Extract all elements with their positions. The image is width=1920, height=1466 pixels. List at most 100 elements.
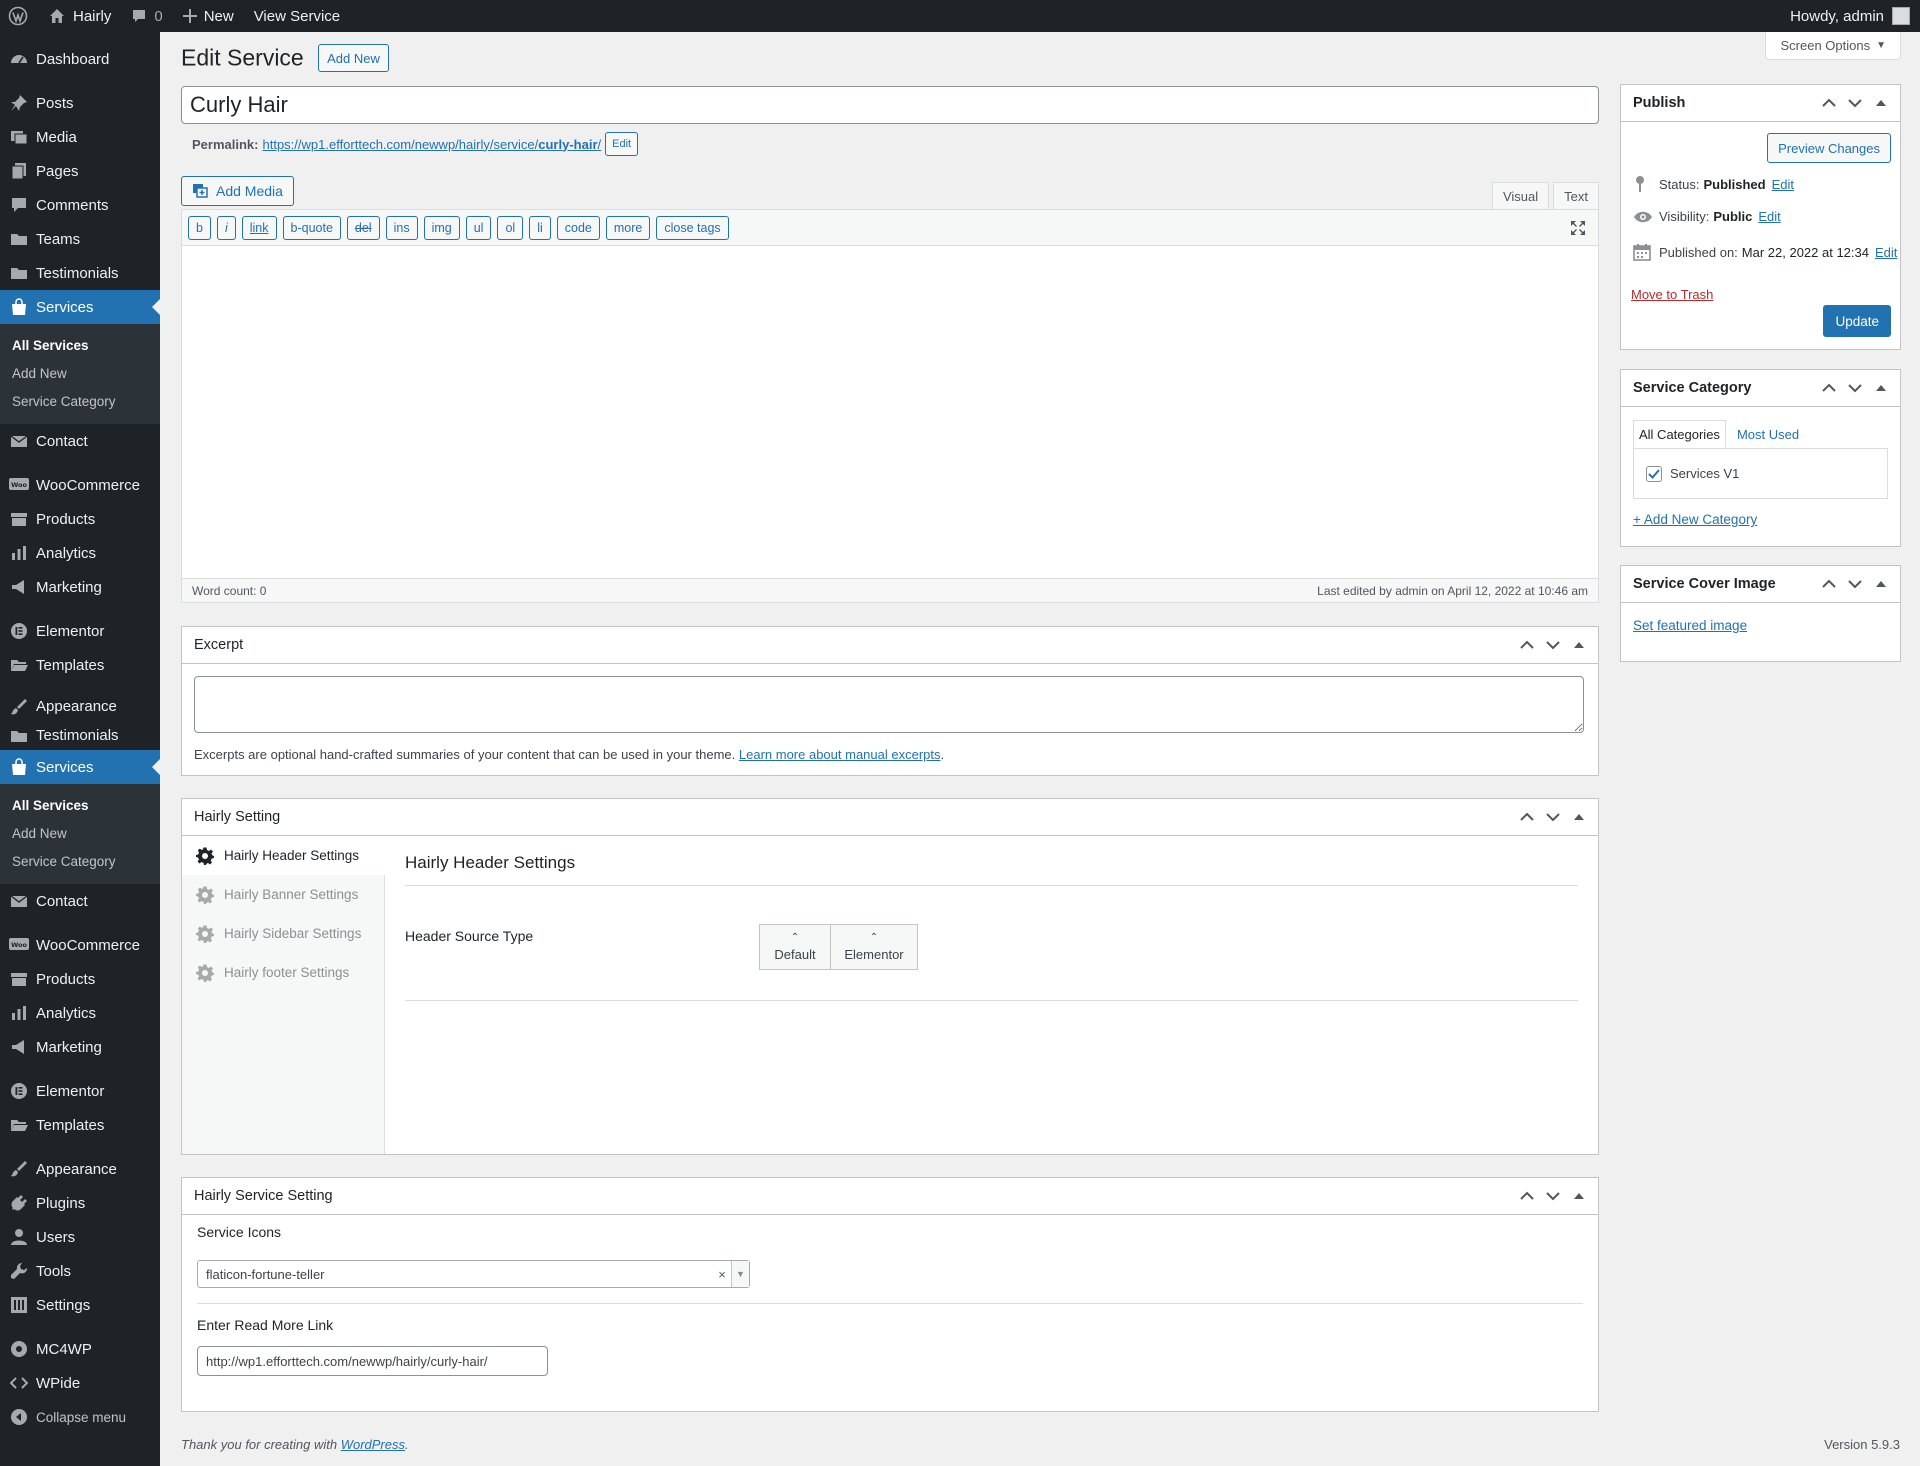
move-down-icon[interactable] (1842, 90, 1868, 116)
qt-bold-button[interactable]: b (188, 215, 211, 240)
add-new-category-link[interactable]: + Add New Category (1633, 512, 1757, 527)
menu-pages[interactable]: Pages (0, 154, 160, 188)
move-up-icon[interactable] (1514, 632, 1540, 658)
tab-footer-settings[interactable]: Hairly footer Settings (182, 953, 384, 992)
permalink-edit-button[interactable]: Edit (605, 132, 639, 156)
move-down-icon[interactable] (1540, 804, 1566, 830)
qt-del-button[interactable]: del (346, 215, 380, 240)
edit-date-link[interactable]: Edit (1875, 245, 1897, 260)
wordpress-link[interactable]: WordPress (341, 1437, 405, 1452)
menu-users[interactable]: Users (0, 1220, 160, 1254)
qt-li-button[interactable]: li (529, 215, 551, 240)
qt-img-button[interactable]: img (423, 215, 460, 240)
move-down-icon[interactable] (1842, 571, 1868, 597)
menu-marketing[interactable]: Marketing (0, 570, 160, 604)
tab-most-used[interactable]: Most Used (1732, 420, 1804, 448)
my-account-link[interactable]: Howdy, admin (1780, 0, 1920, 32)
menu-templates[interactable]: Templates (0, 648, 160, 682)
submenu-service-category[interactable]: Service Category (0, 388, 160, 416)
menu-analytics[interactable]: Analytics (0, 536, 160, 570)
qt-link-button[interactable]: link (241, 215, 277, 240)
dropdown-arrow-icon[interactable]: ▼ (731, 1261, 749, 1287)
menu-elementor[interactable]: Elementor (0, 614, 160, 648)
menu-wpide[interactable]: WPide (0, 1366, 160, 1400)
menu-contact[interactable]: Contact (0, 424, 160, 458)
menu-testimonials-2[interactable]: Testimonials (0, 721, 160, 750)
menu-mc4wp[interactable]: MC4WP (0, 1332, 160, 1366)
excerpt-textarea[interactable] (194, 676, 1584, 733)
toggle-panel-icon[interactable] (1868, 90, 1894, 116)
view-service-link[interactable]: View Service (244, 0, 350, 32)
menu-settings[interactable]: Settings (0, 1288, 160, 1322)
move-up-icon[interactable] (1816, 90, 1842, 116)
read-more-link-input[interactable] (197, 1346, 548, 1376)
move-up-icon[interactable] (1514, 804, 1540, 830)
submenu-all-services[interactable]: All Services (0, 792, 160, 820)
site-name-link[interactable]: Hairly (38, 0, 121, 32)
tab-visual[interactable]: Visual (1491, 182, 1550, 210)
menu-appearance[interactable]: Appearance (0, 692, 160, 721)
service-icons-select[interactable]: flaticon-fortune-teller × ▼ (197, 1260, 750, 1288)
add-new-button[interactable]: Add New (318, 44, 389, 72)
qt-more-button[interactable]: more (605, 215, 651, 240)
menu-testimonials[interactable]: Testimonials (0, 256, 160, 290)
move-to-trash-link[interactable]: Move to Trash (1631, 287, 1713, 302)
screen-options-button[interactable]: Screen Options ▼ (1765, 32, 1901, 60)
qt-ul-button[interactable]: ul (465, 215, 492, 240)
menu-marketing-2[interactable]: Marketing (0, 1030, 160, 1064)
wordpress-logo-button[interactable] (0, 0, 38, 32)
menu-woocommerce-2[interactable]: Woo WooCommerce (0, 928, 160, 962)
qt-blockquote-button[interactable]: b-quote (282, 215, 341, 240)
submenu-all-services[interactable]: All Services (0, 332, 160, 360)
menu-woocommerce[interactable]: Woo WooCommerce (0, 468, 160, 502)
move-down-icon[interactable] (1540, 632, 1566, 658)
option-default[interactable]: ⌃ Default (759, 924, 831, 970)
menu-posts[interactable]: Posts (0, 86, 160, 120)
clear-icon[interactable]: × (713, 1267, 731, 1282)
learn-more-excerpts-link[interactable]: Learn more about manual excerpts (739, 747, 941, 762)
add-media-button[interactable]: Add Media (181, 176, 294, 206)
menu-plugins[interactable]: Plugins (0, 1186, 160, 1220)
edit-status-link[interactable]: Edit (1772, 177, 1794, 192)
submenu-add-new[interactable]: Add New (0, 820, 160, 848)
submenu-add-new[interactable]: Add New (0, 360, 160, 388)
menu-appearance-2[interactable]: Appearance (0, 1152, 160, 1186)
toggle-panel-icon[interactable] (1566, 804, 1592, 830)
menu-teams[interactable]: Teams (0, 222, 160, 256)
tab-banner-settings[interactable]: Hairly Banner Settings (182, 875, 384, 914)
menu-services-2[interactable]: Services (0, 750, 160, 784)
update-button[interactable]: Update (1823, 305, 1891, 337)
menu-analytics-2[interactable]: Analytics (0, 996, 160, 1030)
edit-visibility-link[interactable]: Edit (1758, 209, 1780, 224)
menu-products[interactable]: Products (0, 502, 160, 536)
move-down-icon[interactable] (1540, 1183, 1566, 1209)
toggle-panel-icon[interactable] (1868, 571, 1894, 597)
qt-ol-button[interactable]: ol (497, 215, 524, 240)
toggle-panel-icon[interactable] (1566, 632, 1592, 658)
fullscreen-icon[interactable] (1570, 220, 1586, 241)
option-elementor[interactable]: ⌃ Elementor (831, 924, 918, 970)
submenu-service-category[interactable]: Service Category (0, 848, 160, 876)
move-down-icon[interactable] (1842, 375, 1868, 401)
menu-dashboard[interactable]: Dashboard (0, 42, 160, 76)
post-title-input[interactable] (181, 86, 1599, 124)
tab-header-settings[interactable]: Hairly Header Settings (182, 836, 385, 875)
qt-code-button[interactable]: code (556, 215, 600, 240)
comments-link[interactable]: 0 (121, 0, 172, 32)
qt-close-tags-button[interactable]: close tags (656, 215, 729, 240)
move-up-icon[interactable] (1816, 375, 1842, 401)
qt-italic-button[interactable]: i (216, 215, 236, 240)
preview-changes-button[interactable]: Preview Changes (1767, 133, 1891, 163)
menu-tools[interactable]: Tools (0, 1254, 160, 1288)
menu-comments[interactable]: Comments (0, 188, 160, 222)
move-up-icon[interactable] (1514, 1183, 1540, 1209)
menu-templates-2[interactable]: Templates (0, 1108, 160, 1142)
menu-media[interactable]: Media (0, 120, 160, 154)
category-checkbox[interactable] (1646, 465, 1662, 482)
collapse-menu-button[interactable]: Collapse menu (0, 1400, 160, 1434)
tab-text[interactable]: Text (1553, 182, 1599, 210)
menu-contact-2[interactable]: Contact (0, 884, 160, 918)
tab-sidebar-settings[interactable]: Hairly Sidebar Settings (182, 914, 384, 953)
menu-products-2[interactable]: Products (0, 962, 160, 996)
new-content-link[interactable]: New (173, 0, 244, 32)
